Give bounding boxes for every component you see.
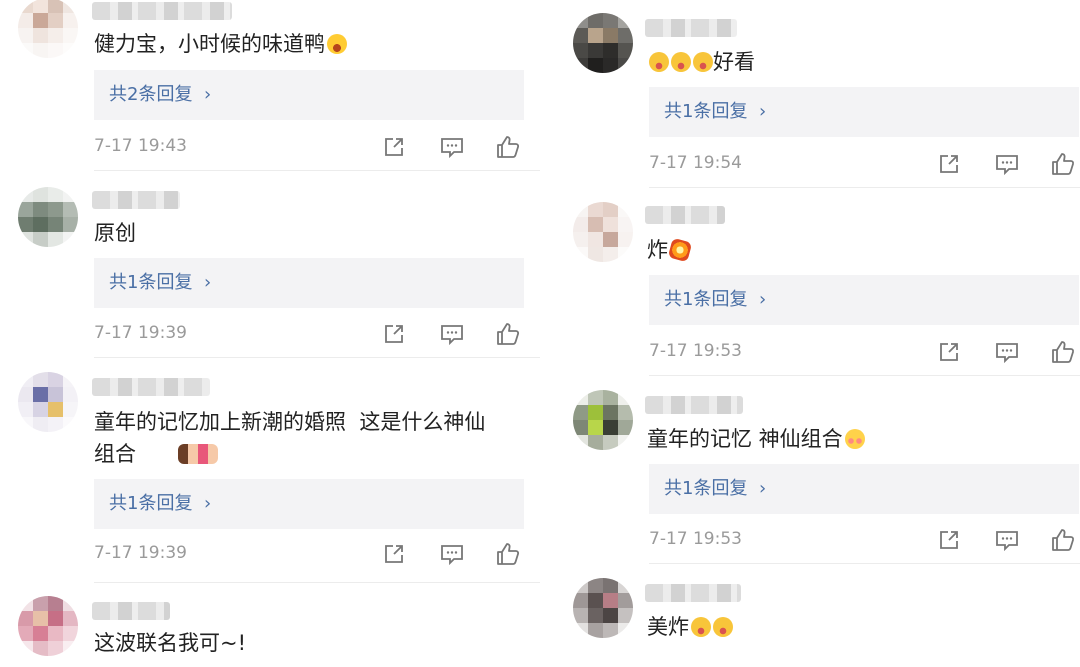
divider bbox=[94, 357, 540, 358]
comment-text: 原创 bbox=[94, 221, 136, 245]
divider bbox=[649, 375, 1080, 376]
timestamp: 7-17 19:53 bbox=[649, 529, 742, 549]
timestamp: 7-17 19:43 bbox=[94, 136, 187, 156]
view-replies-button[interactable]: 共1条回复 › bbox=[649, 464, 1079, 514]
comment-text: 好看 bbox=[647, 44, 1075, 80]
thumbs-up-icon[interactable] bbox=[1049, 526, 1077, 554]
crying-emoji-icon bbox=[693, 52, 713, 72]
chevron-right-icon: › bbox=[759, 289, 767, 310]
reply-count: 共1条回复 bbox=[664, 478, 748, 499]
comment-icon[interactable] bbox=[438, 133, 466, 161]
divider bbox=[94, 582, 540, 583]
comment-meta: 7-17 19:39 bbox=[94, 320, 524, 350]
chevron-right-icon: › bbox=[759, 101, 767, 122]
comment-icon[interactable] bbox=[993, 338, 1021, 366]
divider bbox=[649, 187, 1080, 188]
divider bbox=[649, 563, 1080, 564]
crying-emoji-icon bbox=[713, 617, 733, 637]
couple-emoji-icon bbox=[178, 444, 219, 464]
thumbs-up-icon[interactable] bbox=[1049, 150, 1077, 178]
view-replies-button[interactable]: 共1条回复 › bbox=[649, 275, 1079, 325]
comment-icon[interactable] bbox=[438, 320, 466, 348]
timestamp: 7-17 19:54 bbox=[649, 153, 742, 173]
avatar[interactable] bbox=[573, 202, 633, 262]
comment-text: 美炸 bbox=[647, 609, 1075, 645]
comment-icon[interactable] bbox=[993, 526, 1021, 554]
column-gap bbox=[540, 0, 555, 667]
chevron-right-icon: › bbox=[759, 478, 767, 499]
avatar[interactable] bbox=[18, 372, 78, 432]
crying-emoji-icon bbox=[691, 617, 711, 637]
comment-meta: 7-17 19:53 bbox=[649, 526, 1079, 556]
comment-meta: 7-17 19:43 bbox=[94, 133, 524, 163]
username[interactable] bbox=[645, 19, 737, 37]
comment-meta: 7-17 19:54 bbox=[649, 150, 1079, 180]
view-replies-button[interactable]: 共1条回复 › bbox=[94, 479, 524, 529]
timestamp: 7-17 19:53 bbox=[649, 341, 742, 361]
reply-count: 共1条回复 bbox=[109, 272, 193, 293]
comment-meta: 7-17 19:53 bbox=[649, 338, 1079, 368]
thumbs-up-icon[interactable] bbox=[1049, 338, 1077, 366]
reply-count: 共1条回复 bbox=[109, 493, 193, 514]
avatar[interactable] bbox=[573, 13, 633, 73]
share-icon[interactable] bbox=[380, 540, 408, 568]
share-icon[interactable] bbox=[935, 338, 963, 366]
chevron-right-icon: › bbox=[204, 272, 212, 293]
share-icon[interactable] bbox=[935, 150, 963, 178]
divider bbox=[94, 170, 540, 171]
avatar[interactable] bbox=[18, 0, 78, 58]
thumbs-up-icon[interactable] bbox=[494, 540, 522, 568]
chevron-right-icon: › bbox=[204, 84, 212, 105]
username[interactable] bbox=[645, 396, 743, 414]
view-replies-button[interactable]: 共1条回复 › bbox=[649, 87, 1079, 137]
share-icon[interactable] bbox=[380, 133, 408, 161]
comment-icon[interactable] bbox=[438, 540, 466, 568]
comment-text: 童年的记忆 神仙组合 bbox=[647, 421, 1075, 457]
view-replies-button[interactable]: 共2条回复 › bbox=[94, 70, 524, 120]
reply-count: 共1条回复 bbox=[664, 289, 748, 310]
view-replies-button[interactable]: 共1条回复 › bbox=[94, 258, 524, 308]
avatar[interactable] bbox=[573, 390, 633, 450]
chevron-right-icon: › bbox=[204, 493, 212, 514]
username[interactable] bbox=[645, 206, 725, 224]
timestamp: 7-17 19:39 bbox=[94, 543, 187, 563]
comment-text-line2: 组合 bbox=[94, 436, 520, 472]
explosion-emoji-icon bbox=[667, 237, 693, 263]
username[interactable] bbox=[645, 584, 741, 602]
reply-count: 共1条回复 bbox=[664, 101, 748, 122]
avatar[interactable] bbox=[18, 596, 78, 656]
comment-text: 健力宝，小时候的味道鸭 bbox=[94, 26, 520, 62]
crying-emoji-icon bbox=[649, 52, 669, 72]
username[interactable] bbox=[92, 2, 232, 20]
share-icon[interactable] bbox=[380, 320, 408, 348]
reply-count: 共2条回复 bbox=[109, 84, 193, 105]
comment-text: 童年的记忆加上新潮的婚照 这是什么神仙 bbox=[94, 410, 486, 434]
username[interactable] bbox=[92, 602, 170, 620]
comment-icon[interactable] bbox=[993, 150, 1021, 178]
comment-text: 这波联名我可~! bbox=[94, 631, 247, 655]
crying-emoji-icon bbox=[671, 52, 691, 72]
share-icon[interactable] bbox=[935, 526, 963, 554]
timestamp: 7-17 19:39 bbox=[94, 323, 187, 343]
username[interactable] bbox=[92, 378, 210, 396]
avatar[interactable] bbox=[18, 187, 78, 247]
blushing-emoji-icon bbox=[844, 429, 865, 449]
comment-meta: 7-17 19:39 bbox=[94, 540, 524, 570]
thumbs-up-icon[interactable] bbox=[494, 320, 522, 348]
laughing-emoji-icon bbox=[327, 34, 347, 54]
thumbs-up-icon[interactable] bbox=[494, 133, 522, 161]
comment-text: 炸 bbox=[647, 232, 1075, 268]
avatar[interactable] bbox=[573, 578, 633, 638]
username[interactable] bbox=[92, 191, 180, 209]
